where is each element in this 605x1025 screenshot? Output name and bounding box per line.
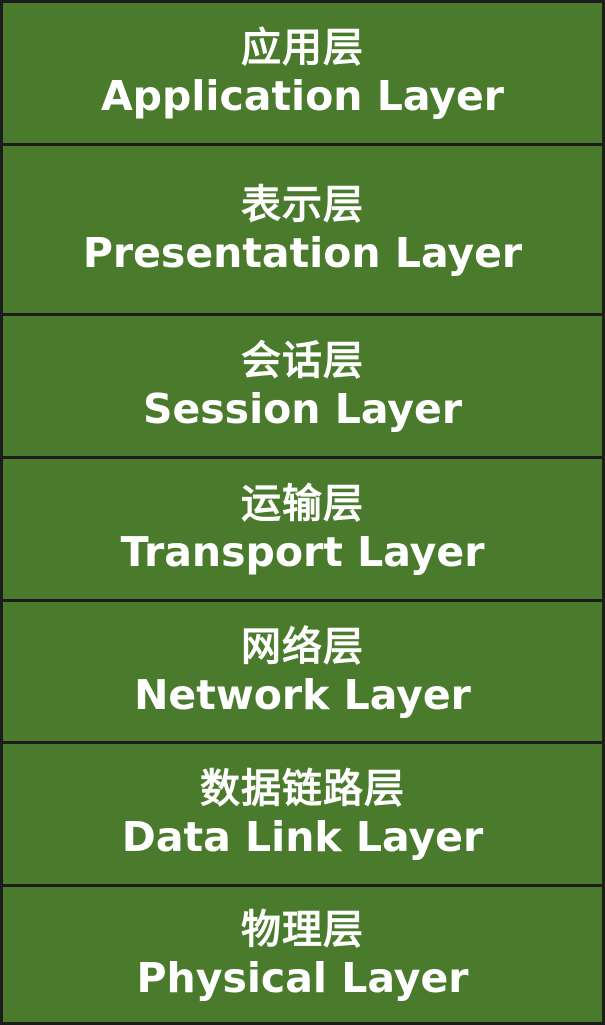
layer-name-en: Session Layer <box>142 385 463 433</box>
layer-box-application: 应用层 Application Layer <box>0 0 605 146</box>
layer-name-zh: 运输层 <box>241 481 364 527</box>
layer-name-zh: 物理层 <box>241 906 364 953</box>
layer-box-data-link: 数据链路层 Data Link Layer <box>0 741 605 887</box>
layer-name-zh: 表示层 <box>241 181 364 228</box>
layer-name-en: Physical Layer <box>136 953 469 1002</box>
layer-box-physical: 物理层 Physical Layer <box>0 884 605 1025</box>
layer-box-transport: 运输层 Transport Layer <box>0 456 605 602</box>
layer-name-zh: 数据链路层 <box>200 766 405 812</box>
layer-name-en: Presentation Layer <box>82 228 523 277</box>
layer-name-en: Transport Layer <box>120 528 485 576</box>
layer-name-zh: 会话层 <box>241 338 364 384</box>
layer-name-zh: 应用层 <box>241 25 364 71</box>
layer-box-network: 网络层 Network Layer <box>0 599 605 744</box>
layer-box-session: 会话层 Session Layer <box>0 313 605 459</box>
osi-model-stack: 应用层 Application Layer 表示层 Presentation L… <box>0 0 605 1025</box>
layer-name-en: Application Layer <box>100 72 505 120</box>
layer-box-presentation: 表示层 Presentation Layer <box>0 143 605 316</box>
layer-name-zh: 网络层 <box>241 623 364 670</box>
layer-name-en: Network Layer <box>134 670 471 719</box>
layer-name-en: Data Link Layer <box>121 813 484 861</box>
